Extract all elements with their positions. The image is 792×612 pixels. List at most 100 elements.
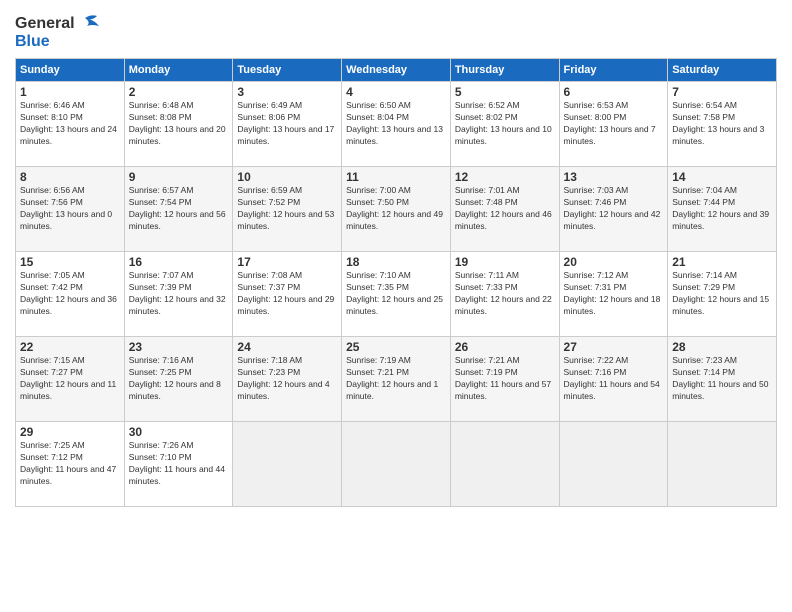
day-info: Sunrise: 7:18 AMSunset: 7:23 PMDaylight:… [237,355,337,403]
day-info: Sunrise: 6:56 AMSunset: 7:56 PMDaylight:… [20,185,120,233]
day-number: 27 [564,340,664,354]
day-info: Sunrise: 7:08 AMSunset: 7:37 PMDaylight:… [237,270,337,318]
day-info: Sunrise: 6:46 AMSunset: 8:10 PMDaylight:… [20,100,120,148]
calendar-cell: 9 Sunrise: 6:57 AMSunset: 7:54 PMDayligh… [124,167,233,252]
calendar-header-row: SundayMondayTuesdayWednesdayThursdayFrid… [16,59,777,82]
day-info: Sunrise: 7:11 AMSunset: 7:33 PMDaylight:… [455,270,555,318]
calendar-cell: 27 Sunrise: 7:22 AMSunset: 7:16 PMDaylig… [559,337,668,422]
day-header-saturday: Saturday [668,59,777,82]
day-info: Sunrise: 6:57 AMSunset: 7:54 PMDaylight:… [129,185,229,233]
calendar-cell: 23 Sunrise: 7:16 AMSunset: 7:25 PMDaylig… [124,337,233,422]
day-number: 28 [672,340,772,354]
calendar-cell: 25 Sunrise: 7:19 AMSunset: 7:21 PMDaylig… [342,337,451,422]
day-number: 15 [20,255,120,269]
day-number: 24 [237,340,337,354]
day-info: Sunrise: 7:23 AMSunset: 7:14 PMDaylight:… [672,355,772,403]
logo-bird-icon [77,14,99,32]
calendar-cell: 8 Sunrise: 6:56 AMSunset: 7:56 PMDayligh… [16,167,125,252]
day-number: 23 [129,340,229,354]
day-number: 9 [129,170,229,184]
day-number: 2 [129,85,229,99]
day-number: 18 [346,255,446,269]
page-container: General Blue SundayMondayTuesdayWednesda… [0,0,792,517]
day-header-sunday: Sunday [16,59,125,82]
day-number: 29 [20,425,120,439]
day-info: Sunrise: 7:01 AMSunset: 7:48 PMDaylight:… [455,185,555,233]
calendar-cell [450,422,559,507]
day-header-wednesday: Wednesday [342,59,451,82]
day-info: Sunrise: 7:04 AMSunset: 7:44 PMDaylight:… [672,185,772,233]
day-number: 19 [455,255,555,269]
day-number: 13 [564,170,664,184]
day-number: 10 [237,170,337,184]
calendar-cell [559,422,668,507]
day-info: Sunrise: 7:10 AMSunset: 7:35 PMDaylight:… [346,270,446,318]
calendar-cell: 28 Sunrise: 7:23 AMSunset: 7:14 PMDaylig… [668,337,777,422]
day-header-friday: Friday [559,59,668,82]
day-info: Sunrise: 7:15 AMSunset: 7:27 PMDaylight:… [20,355,120,403]
day-header-thursday: Thursday [450,59,559,82]
week-row-3: 15 Sunrise: 7:05 AMSunset: 7:42 PMDaylig… [16,252,777,337]
calendar-table: SundayMondayTuesdayWednesdayThursdayFrid… [15,58,777,507]
calendar-cell: 1 Sunrise: 6:46 AMSunset: 8:10 PMDayligh… [16,82,125,167]
day-number: 21 [672,255,772,269]
calendar-cell: 4 Sunrise: 6:50 AMSunset: 8:04 PMDayligh… [342,82,451,167]
day-info: Sunrise: 7:16 AMSunset: 7:25 PMDaylight:… [129,355,229,403]
calendar-cell [342,422,451,507]
day-number: 1 [20,85,120,99]
day-info: Sunrise: 7:19 AMSunset: 7:21 PMDaylight:… [346,355,446,403]
logo-text: General [15,15,99,33]
calendar-cell: 6 Sunrise: 6:53 AMSunset: 8:00 PMDayligh… [559,82,668,167]
calendar-cell: 22 Sunrise: 7:15 AMSunset: 7:27 PMDaylig… [16,337,125,422]
day-number: 25 [346,340,446,354]
logo-blue-text: Blue [15,33,99,51]
day-info: Sunrise: 7:14 AMSunset: 7:29 PMDaylight:… [672,270,772,318]
day-info: Sunrise: 7:07 AMSunset: 7:39 PMDaylight:… [129,270,229,318]
day-info: Sunrise: 6:54 AMSunset: 7:58 PMDaylight:… [672,100,772,148]
day-info: Sunrise: 7:22 AMSunset: 7:16 PMDaylight:… [564,355,664,403]
calendar-cell: 21 Sunrise: 7:14 AMSunset: 7:29 PMDaylig… [668,252,777,337]
day-info: Sunrise: 6:59 AMSunset: 7:52 PMDaylight:… [237,185,337,233]
day-number: 8 [20,170,120,184]
day-info: Sunrise: 6:50 AMSunset: 8:04 PMDaylight:… [346,100,446,148]
day-info: Sunrise: 6:52 AMSunset: 8:02 PMDaylight:… [455,100,555,148]
day-info: Sunrise: 7:03 AMSunset: 7:46 PMDaylight:… [564,185,664,233]
day-number: 3 [237,85,337,99]
week-row-1: 1 Sunrise: 6:46 AMSunset: 8:10 PMDayligh… [16,82,777,167]
day-info: Sunrise: 7:05 AMSunset: 7:42 PMDaylight:… [20,270,120,318]
day-number: 22 [20,340,120,354]
day-number: 20 [564,255,664,269]
day-number: 12 [455,170,555,184]
week-row-2: 8 Sunrise: 6:56 AMSunset: 7:56 PMDayligh… [16,167,777,252]
calendar-cell: 11 Sunrise: 7:00 AMSunset: 7:50 PMDaylig… [342,167,451,252]
day-header-tuesday: Tuesday [233,59,342,82]
day-info: Sunrise: 6:49 AMSunset: 8:06 PMDaylight:… [237,100,337,148]
header: General Blue [15,15,777,50]
day-header-monday: Monday [124,59,233,82]
day-number: 5 [455,85,555,99]
calendar-cell: 13 Sunrise: 7:03 AMSunset: 7:46 PMDaylig… [559,167,668,252]
calendar-cell: 19 Sunrise: 7:11 AMSunset: 7:33 PMDaylig… [450,252,559,337]
calendar-cell: 7 Sunrise: 6:54 AMSunset: 7:58 PMDayligh… [668,82,777,167]
calendar-cell: 18 Sunrise: 7:10 AMSunset: 7:35 PMDaylig… [342,252,451,337]
day-number: 7 [672,85,772,99]
calendar-cell [233,422,342,507]
calendar-cell: 15 Sunrise: 7:05 AMSunset: 7:42 PMDaylig… [16,252,125,337]
day-number: 4 [346,85,446,99]
day-number: 14 [672,170,772,184]
calendar-cell: 17 Sunrise: 7:08 AMSunset: 7:37 PMDaylig… [233,252,342,337]
day-number: 17 [237,255,337,269]
day-number: 30 [129,425,229,439]
calendar-cell: 29 Sunrise: 7:25 AMSunset: 7:12 PMDaylig… [16,422,125,507]
calendar-cell: 30 Sunrise: 7:26 AMSunset: 7:10 PMDaylig… [124,422,233,507]
day-info: Sunrise: 7:26 AMSunset: 7:10 PMDaylight:… [129,440,229,488]
day-info: Sunrise: 7:00 AMSunset: 7:50 PMDaylight:… [346,185,446,233]
calendar-body: 1 Sunrise: 6:46 AMSunset: 8:10 PMDayligh… [16,82,777,507]
day-number: 11 [346,170,446,184]
day-number: 16 [129,255,229,269]
calendar-cell: 16 Sunrise: 7:07 AMSunset: 7:39 PMDaylig… [124,252,233,337]
day-info: Sunrise: 7:21 AMSunset: 7:19 PMDaylight:… [455,355,555,403]
day-number: 26 [455,340,555,354]
calendar-cell: 10 Sunrise: 6:59 AMSunset: 7:52 PMDaylig… [233,167,342,252]
calendar-cell [668,422,777,507]
